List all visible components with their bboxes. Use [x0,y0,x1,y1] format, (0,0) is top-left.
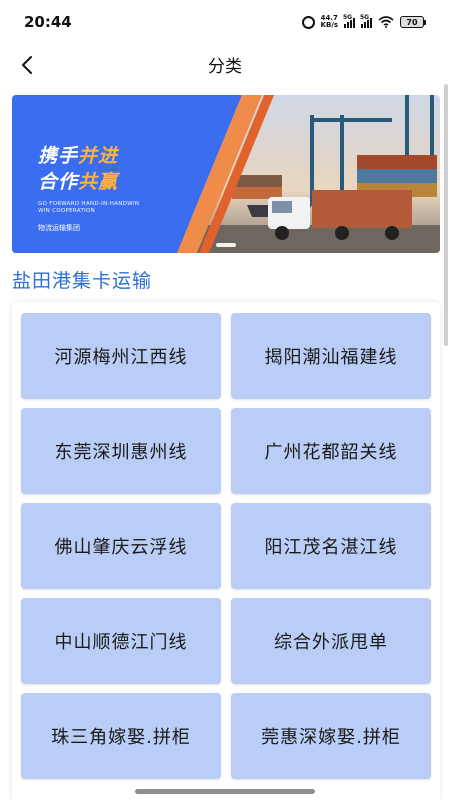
signal-label: 5G [343,14,353,21]
banner-text: 携手并进 合作共赢 GO FORWARD HAND-IN-HANDWIN WIN… [38,143,178,233]
banner-company: 物流运输集团 [38,224,80,232]
home-indicator[interactable] [135,789,315,794]
status-icons: 44.7 KB/s 5G 5G 70 [301,14,426,29]
status-time: 20:44 [24,13,72,31]
signal-icon: 5G [343,14,355,28]
section-title: 盐田港集卡运输 [12,270,153,292]
route-tile[interactable]: 综合外派甩单 [231,598,431,684]
route-tile[interactable]: 河源梅州江西线 [21,313,221,399]
network-speed-unit: KB/s [320,21,338,29]
banner-english-2: WIN COOPERATION [38,208,96,214]
banner-slogan-2: 合作共赢 [38,169,178,195]
route-tile[interactable]: 揭阳潮汕福建线 [231,313,431,399]
banner-slogan-1: 携手并进 [38,143,178,169]
route-tile[interactable]: 佛山肇庆云浮线 [21,503,221,589]
banner-slogan-2a: 合作 [38,171,79,193]
network-speed: 44.7 KB/s [321,15,338,29]
page-title: 分类 [208,56,242,77]
signal-label-2: 5G [360,14,370,21]
route-panel: 河源梅州江西线 揭阳潮汕福建线 东莞深圳惠州线 广州花都韶关线 佛山肇庆云浮线 … [12,302,440,800]
banner-english: GO FORWARD HAND-IN-HANDWIN WIN COOPERATI… [38,201,178,215]
route-tile[interactable]: 莞惠深嫁娶.拼柜 [231,693,431,779]
battery-icon: 70 [400,16,426,28]
title-bar: 分类 [0,44,450,84]
route-tile[interactable]: 阳江茂名湛江线 [231,503,431,589]
back-button[interactable] [14,52,40,78]
wifi-icon [378,16,394,28]
signal-icon-2: 5G [360,14,372,28]
route-grid: 河源梅州江西线 揭阳潮汕福建线 东莞深圳惠州线 广州花都韶关线 佛山肇庆云浮线 … [21,313,431,779]
carousel-indicator[interactable] [216,243,236,247]
route-tile[interactable]: 东莞深圳惠州线 [21,408,221,494]
status-bar: 20:44 44.7 KB/s 5G 5G 70 [0,0,450,44]
banner-english-1: GO FORWARD HAND-IN-HANDWIN [38,201,140,207]
banner-slogan-2b: 共赢 [78,171,119,193]
chevron-left-icon [22,56,32,74]
route-tile[interactable]: 中山顺德江门线 [21,598,221,684]
alarm-icon [301,15,315,29]
banner-slogan-1b: 并进 [78,145,119,167]
battery-level: 70 [400,16,424,28]
banner-slogan-1a: 携手 [38,145,79,167]
scrollbar[interactable] [444,84,448,346]
route-tile[interactable]: 珠三角嫁娶.拼柜 [21,693,221,779]
route-tile[interactable]: 广州花都韶关线 [231,408,431,494]
promo-banner[interactable]: 携手并进 合作共赢 GO FORWARD HAND-IN-HANDWIN WIN… [12,95,440,253]
